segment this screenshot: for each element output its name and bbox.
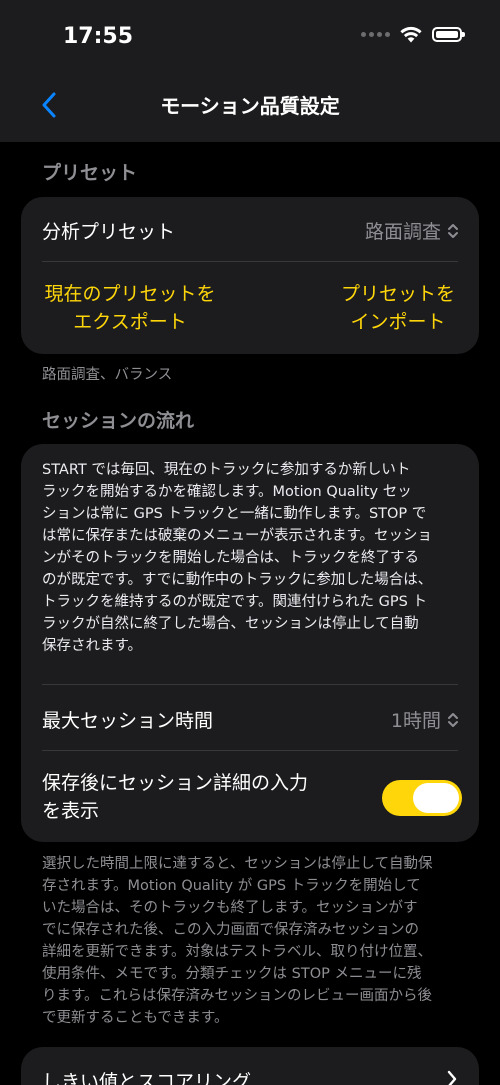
footnote-line: いた場合は、そのトラックも終了します。セッションがす xyxy=(42,900,418,916)
settings-screen: 17:55 モーション品質設定 プリセット 分析プリセット 路面調査 現在のプリ… xyxy=(0,0,500,1085)
preset-footnote: 路面調査、バランス xyxy=(42,367,173,383)
import-preset-button[interactable]: プリセットを インポート xyxy=(333,280,463,336)
status-icons xyxy=(361,26,465,43)
session-section-header: セッションの流れ xyxy=(42,410,195,432)
analysis-preset-value: 路面調査 xyxy=(364,221,441,243)
description-line: 保存されます。 xyxy=(42,638,143,654)
footnote-line: ります。これらは保存済みセッションのレビュー画面から後 xyxy=(42,988,433,1004)
toggle-knob xyxy=(413,783,459,813)
description-line: ラックを開始するかを確認します。Motion Quality セッ xyxy=(42,484,412,500)
max-session-value: 1時間 xyxy=(390,710,441,732)
session-description: START では毎回、現在のトラックに参加するか新しいト ラックを開始するかを確… xyxy=(42,459,456,657)
analysis-preset-label: 分析プリセット xyxy=(42,221,176,243)
top-bar: 17:55 モーション品質設定 xyxy=(0,0,500,142)
divider xyxy=(42,750,458,751)
footnote-line: でに保存された後、この入力画面で保存済みセッションの xyxy=(42,922,419,938)
description-line: のが既定です。すでに動作中のトラックに参加した場合は、 xyxy=(42,572,433,588)
import-label-line2: インポート xyxy=(350,311,446,333)
export-label-line1: 現在のプリセットを xyxy=(44,283,216,305)
show-details-toggle-label: 保存後にセッション詳細の入力 を表示 xyxy=(42,769,342,825)
page-title: モーション品質設定 xyxy=(160,94,340,118)
threshold-scoring-label: しきい値とスコアリング xyxy=(42,1071,252,1085)
description-line: START では毎回、現在のトラックに参加するか新しいト xyxy=(42,462,411,478)
description-line: トラックを維持するのが既定です。関連付けられた GPS ト xyxy=(42,594,427,610)
chevron-up-down-icon xyxy=(448,712,458,727)
wifi-icon xyxy=(400,26,422,43)
cellular-signal-icon xyxy=(361,32,390,37)
export-preset-button[interactable]: 現在のプリセットを エクスポート xyxy=(37,280,223,336)
description-line: ションは常に GPS トラックと一緒に動作します。STOP で xyxy=(42,506,427,522)
import-label-line1: プリセットを xyxy=(340,283,455,305)
max-session-picker[interactable]: 1時間 xyxy=(391,706,459,733)
toggle-label-line2: を表示 xyxy=(42,800,100,822)
status-time: 17:55 xyxy=(63,24,134,49)
footnote-line: 詳細を更新できます。対象はテストラベル、取り付け位置、 xyxy=(42,944,433,960)
chevron-right-icon xyxy=(447,1070,457,1085)
export-label-line2: エクスポート xyxy=(73,311,187,333)
battery-icon xyxy=(432,27,465,42)
toggle-label-line1: 保存後にセッション詳細の入力 xyxy=(42,772,309,794)
show-details-toggle[interactable] xyxy=(382,780,462,816)
preset-section-header: プリセット xyxy=(42,162,138,184)
footnote-line: 使用条件、メモです。分類チェックは STOP メニューに残 xyxy=(42,966,422,982)
footnote-line: で更新することもできます。 xyxy=(42,1010,229,1026)
description-line: ンがそのトラックを開始した場合は、トラックを終了する xyxy=(42,550,419,566)
max-session-label: 最大セッション時間 xyxy=(42,710,214,732)
footnote-line: 選択した時間上限に達すると、セッションは停止して自動保 xyxy=(42,856,433,872)
footnote-line: 存されます。Motion Quality が GPS トラックを開始して xyxy=(42,878,421,894)
analysis-preset-picker[interactable]: 路面調査 xyxy=(365,217,459,244)
description-line: ラックが自然に終了した場合、セッションは停止して自動 xyxy=(42,616,419,632)
threshold-scoring-row[interactable]: しきい値とスコアリング xyxy=(21,1047,479,1085)
description-line: は常に保存または破棄のメニューが表示されます。セッショ xyxy=(42,528,433,544)
preset-card: 分析プリセット 路面調査 現在のプリセットを エクスポート プリセットを インポ… xyxy=(21,197,479,354)
session-card: START では毎回、現在のトラックに参加するか新しいト ラックを開始するかを確… xyxy=(21,444,479,842)
chevron-up-down-icon xyxy=(448,223,458,238)
divider xyxy=(42,684,458,685)
session-footnote: 選択した時間上限に達すると、セッションは停止して自動保 存されます。Motion… xyxy=(42,853,462,1029)
divider xyxy=(42,261,458,262)
